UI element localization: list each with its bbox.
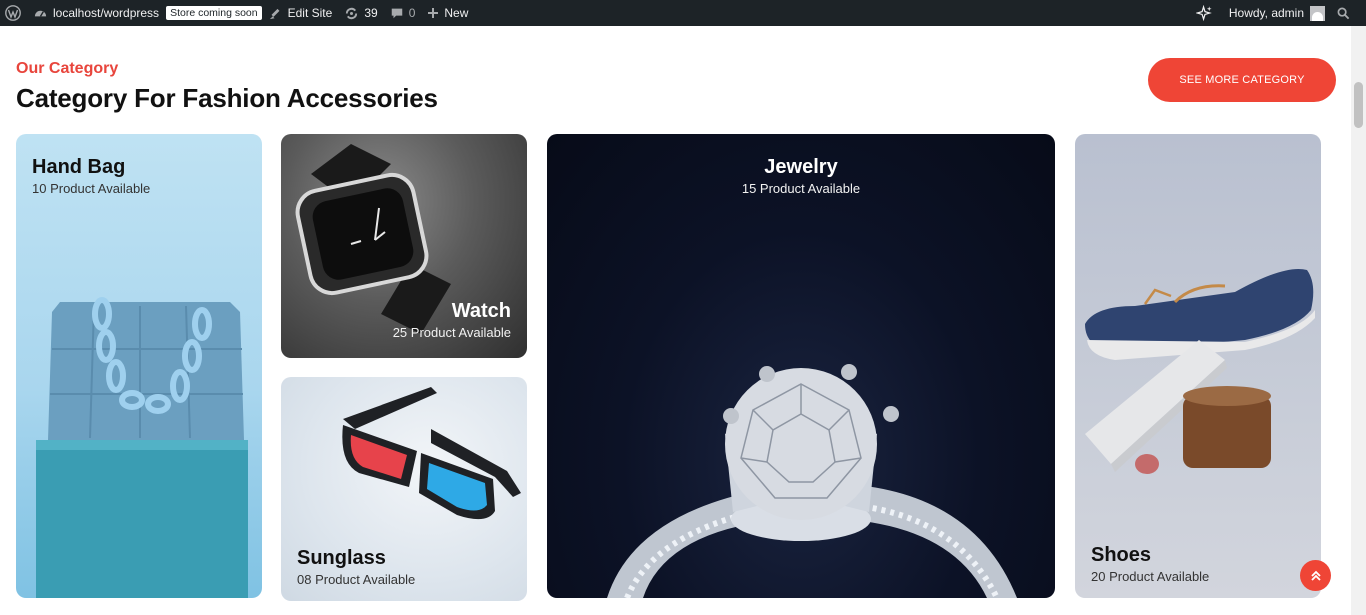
hand-bag-image bbox=[36, 297, 248, 598]
site-name-link[interactable]: localhost/wordpress bbox=[27, 0, 165, 26]
category-card-jewelry[interactable]: Jewelry 15 Product Available bbox=[547, 134, 1055, 598]
category-count: 25 Product Available bbox=[392, 325, 511, 340]
new-label: New bbox=[444, 6, 469, 20]
howdy-label: Howdy, admin bbox=[1228, 6, 1304, 20]
updates-count: 39 bbox=[364, 6, 378, 20]
see-more-category-button[interactable]: SEE MORE CATEGORY bbox=[1148, 58, 1336, 102]
wordpress-logo-icon bbox=[5, 5, 21, 21]
new-content-link[interactable]: New bbox=[421, 0, 474, 26]
category-count: 08 Product Available bbox=[297, 572, 416, 587]
category-count: 10 Product Available bbox=[32, 181, 151, 196]
shoes-image bbox=[1085, 268, 1315, 474]
avatar bbox=[1310, 5, 1325, 21]
category-title: Sunglass bbox=[297, 547, 386, 569]
section-title: Category For Fashion Accessories bbox=[16, 83, 438, 113]
edit-site-label: Edit Site bbox=[287, 6, 333, 20]
page-scrollbar[interactable] bbox=[1351, 26, 1366, 615]
wordpress-logo-button[interactable] bbox=[0, 0, 27, 26]
category-card-watch[interactable]: Watch 25 Product Available bbox=[281, 134, 527, 358]
double-chevron-up-icon bbox=[1310, 570, 1321, 581]
admin-bar: localhost/wordpress Store coming soon Ed… bbox=[0, 0, 1366, 26]
admin-search-button[interactable] bbox=[1331, 0, 1366, 26]
plus-icon bbox=[427, 7, 439, 19]
scrollbar-thumb[interactable] bbox=[1354, 82, 1363, 128]
category-title: Jewelry bbox=[764, 156, 838, 178]
brush-icon bbox=[268, 6, 283, 21]
category-title: Shoes bbox=[1091, 544, 1152, 566]
category-title: Hand Bag bbox=[32, 156, 126, 178]
category-card-shoes[interactable]: Shoes 20 Product Available bbox=[1075, 134, 1321, 598]
comment-icon bbox=[390, 6, 404, 20]
updates-link[interactable]: 39 bbox=[338, 0, 383, 26]
edit-site-link[interactable]: Edit Site bbox=[262, 0, 339, 26]
my-account-menu[interactable]: Howdy, admin bbox=[1223, 0, 1331, 26]
section-eyebrow: Our Category bbox=[16, 60, 119, 77]
ai-assistant-button[interactable] bbox=[1190, 0, 1223, 26]
site-url-label: localhost/wordpress bbox=[53, 6, 160, 20]
jewelry-ring-image bbox=[607, 364, 1017, 598]
search-icon bbox=[1337, 7, 1350, 19]
category-count: 20 Product Available bbox=[1091, 569, 1210, 584]
category-card-hand-bag[interactable]: Hand Bag 10 Product Available bbox=[16, 134, 262, 598]
ai-sparkle-icon bbox=[1195, 4, 1212, 21]
category-card-sunglass[interactable]: Sunglass 08 Product Available bbox=[281, 377, 527, 601]
comments-count: 0 bbox=[408, 6, 416, 20]
updates-icon bbox=[344, 6, 359, 21]
store-status-badge[interactable]: Store coming soon bbox=[166, 6, 262, 20]
dashboard-icon bbox=[33, 6, 48, 21]
comments-link[interactable]: 0 bbox=[384, 0, 422, 26]
category-title: Watch bbox=[451, 300, 511, 322]
scroll-to-top-button[interactable] bbox=[1300, 560, 1331, 591]
category-count: 15 Product Available bbox=[741, 181, 861, 196]
